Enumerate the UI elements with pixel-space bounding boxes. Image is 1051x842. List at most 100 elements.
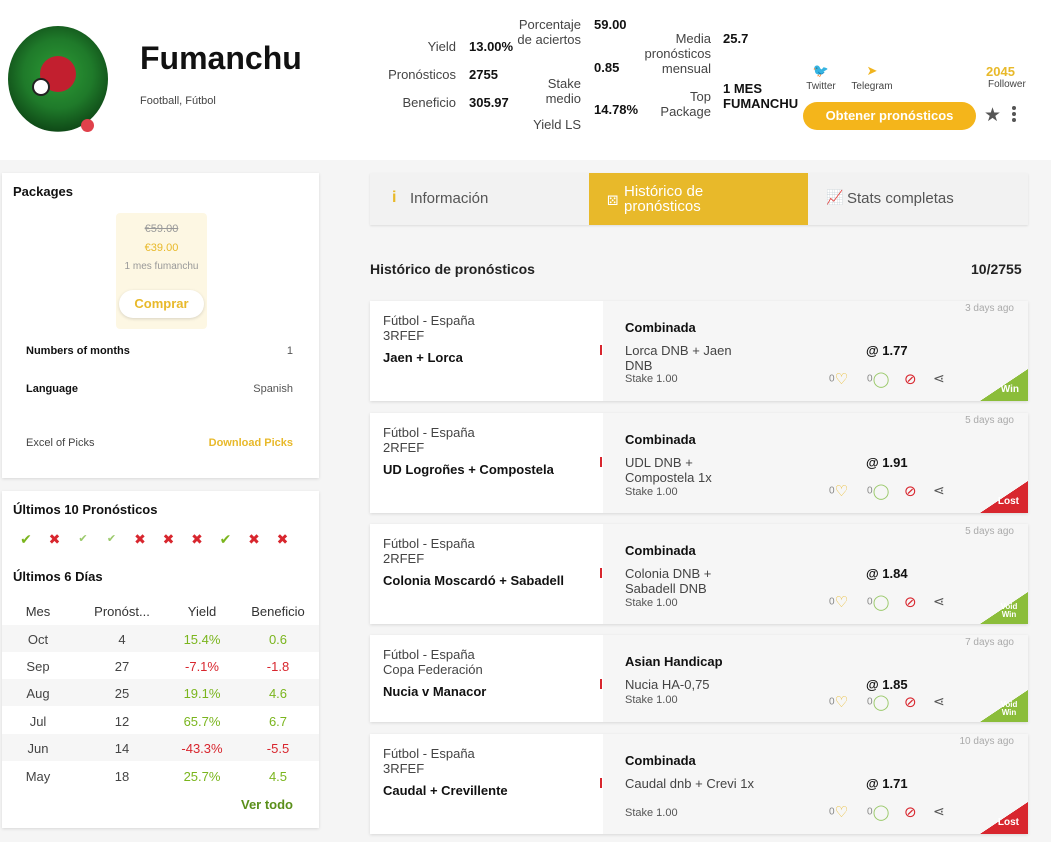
pick-actions: 0♡ 0◯ ⊘ ⋖ [829, 803, 969, 821]
twitter-link[interactable]: 🐦 Twitter [803, 63, 839, 92]
report-button[interactable]: ⊘ [904, 482, 917, 500]
comment-button[interactable]: 0◯ [867, 803, 889, 821]
see-all-link[interactable]: Ver todo [241, 797, 293, 812]
more-options-icon[interactable] [1010, 106, 1018, 126]
tab-label: Información [410, 190, 489, 207]
pick-sport: Fútbol - España [383, 425, 475, 440]
get-picks-button[interactable]: Obtener pronósticos [803, 102, 976, 130]
report-button[interactable]: ⊘ [904, 803, 917, 821]
tab-historico[interactable]: ⚄ Histórico de pronósticos [589, 173, 808, 225]
pick-bet-info: 5 days ago Combinada UDL DNB + Compostel… [603, 413, 1028, 513]
avatar[interactable] [8, 26, 108, 132]
hit-label: Porcentaje de aciertos [517, 17, 581, 47]
avatar-ball [32, 78, 50, 96]
pick-card[interactable]: Fútbol - España 3RFEF Jaen + Lorca 3 day… [370, 301, 1028, 401]
comment-button[interactable]: 0◯ [867, 482, 889, 500]
package-old-price: €59.00 [144, 223, 179, 235]
result-label: Win [1000, 384, 1019, 395]
download-picks-link[interactable]: Download Picks [209, 437, 293, 449]
share-icon: ⋖ [933, 370, 945, 386]
row-profit: -1.8 [266, 659, 290, 674]
hit-value: 59.00 [594, 17, 627, 32]
row-month: May [25, 769, 51, 784]
comment-button[interactable]: 0◯ [867, 370, 889, 388]
pick-odds: @ 1.77 [866, 343, 908, 358]
pick-bet-info: 5 days ago Combinada Colonia DNB + Sabad… [603, 524, 1028, 624]
pick-stake: Stake 1.00 [625, 373, 678, 385]
pick-card[interactable]: Fútbol - España 2RFEF UD Logroñes + Comp… [370, 413, 1028, 513]
like-button[interactable]: 0♡ [829, 370, 848, 388]
report-button[interactable]: ⊘ [904, 370, 917, 388]
row-yield: -7.1% [185, 659, 219, 674]
pick-match-info: Fútbol - España 2RFEF Colonia Moscardó +… [370, 524, 603, 624]
profile-name: Fumanchu [140, 40, 302, 76]
pick-competition: 2RFEF [383, 440, 425, 455]
pick-match-info: Fútbol - España 3RFEF Caudal + Crevillen… [370, 734, 603, 834]
pick-type: Combinada [625, 543, 696, 558]
loss-cross-icon: ✖ [162, 531, 175, 547]
stake-value: 0.85 [594, 60, 620, 75]
pick-card[interactable]: Fútbol - España 3RFEF Caudal + Crevillen… [370, 734, 1028, 834]
language-label: Language [26, 383, 78, 395]
comment-button[interactable]: 0◯ [867, 593, 889, 611]
ban-icon: ⊘ [904, 371, 917, 388]
ban-icon: ⊘ [904, 594, 917, 611]
share-button[interactable]: ⋖ [933, 693, 945, 710]
pick-stake: Stake 1.00 [625, 694, 678, 706]
like-button[interactable]: 0♡ [829, 482, 848, 500]
package-name: 1 mes fumanchu [124, 261, 199, 272]
share-button[interactable]: ⋖ [933, 593, 945, 610]
like-button[interactable]: 0♡ [829, 803, 848, 821]
pick-sport: Fútbol - España [383, 647, 475, 662]
row-month: Sep [26, 659, 50, 674]
report-button[interactable]: ⊘ [904, 693, 917, 711]
tab-stats[interactable]: 📈 Stats completas [808, 173, 1028, 225]
row-picks: 25 [114, 686, 130, 701]
pick-marker [600, 778, 602, 788]
followers-label: Follower [988, 79, 1026, 90]
package-box[interactable]: €59.00 €39.00 1 mes fumanchu Comprar [116, 213, 207, 329]
pick-match: Nucia v Manacor [383, 684, 487, 699]
pick-type: Combinada [625, 432, 696, 447]
row-picks: 14 [114, 741, 130, 756]
heart-icon: ♡ [834, 371, 849, 388]
status-dot [81, 119, 94, 132]
share-button[interactable]: ⋖ [933, 803, 945, 820]
row-profit: 4.6 [268, 686, 288, 701]
row-yield: 19.1% [183, 686, 221, 701]
void-check-icon: ✔ [78, 533, 88, 545]
pick-actions: 0♡ 0◯ ⊘ ⋖ [829, 593, 969, 611]
table-header: Mes Pronóst... Yield Beneficio [2, 597, 319, 625]
tab-informacion[interactable]: i Información [370, 173, 589, 225]
comment-button[interactable]: 0◯ [867, 693, 889, 711]
pick-card[interactable]: Fútbol - España 2RFEF Colonia Moscardó +… [370, 524, 1028, 624]
pick-marker [600, 568, 602, 578]
packages-card: Packages €59.00 €39.00 1 mes fumanchu Co… [2, 173, 319, 478]
yield-ls-label: Yield LS [533, 117, 581, 132]
share-button[interactable]: ⋖ [933, 370, 945, 387]
monthly-value: 25.7 [723, 31, 749, 46]
last-picks-title: Últimos 10 Pronósticos [13, 502, 158, 517]
picks-value: 2755 [469, 67, 498, 82]
pick-time: 7 days ago [965, 637, 1014, 648]
star-icon[interactable]: ★ [984, 104, 1001, 127]
report-button[interactable]: ⊘ [904, 593, 917, 611]
pick-competition: 2RFEF [383, 551, 425, 566]
pick-marker [600, 679, 602, 689]
pick-odds: @ 1.71 [866, 776, 908, 791]
pick-bet-info: 10 days ago Combinada Caudal dnb + Crevi… [603, 734, 1028, 834]
pick-card[interactable]: Fútbol - España Copa Federación Nucia v … [370, 635, 1028, 722]
chart-icon: 📈 [826, 189, 844, 205]
pick-description: Nucia HA-0,75 [625, 677, 710, 692]
loss-cross-icon: ✖ [276, 531, 289, 547]
buy-button[interactable]: Comprar [119, 290, 204, 318]
share-icon: ⋖ [933, 693, 945, 709]
profile-header: Fumanchu Football, Fútbol Yield 13.00% P… [0, 0, 1051, 160]
like-button[interactable]: 0♡ [829, 593, 848, 611]
share-button[interactable]: ⋖ [933, 482, 945, 499]
row-picks: 12 [114, 714, 130, 729]
telegram-link[interactable]: ➤ Telegram [848, 63, 896, 92]
history-title: Histórico de pronósticos [370, 261, 535, 277]
like-button[interactable]: 0♡ [829, 693, 848, 711]
heart-icon: ♡ [834, 483, 849, 500]
